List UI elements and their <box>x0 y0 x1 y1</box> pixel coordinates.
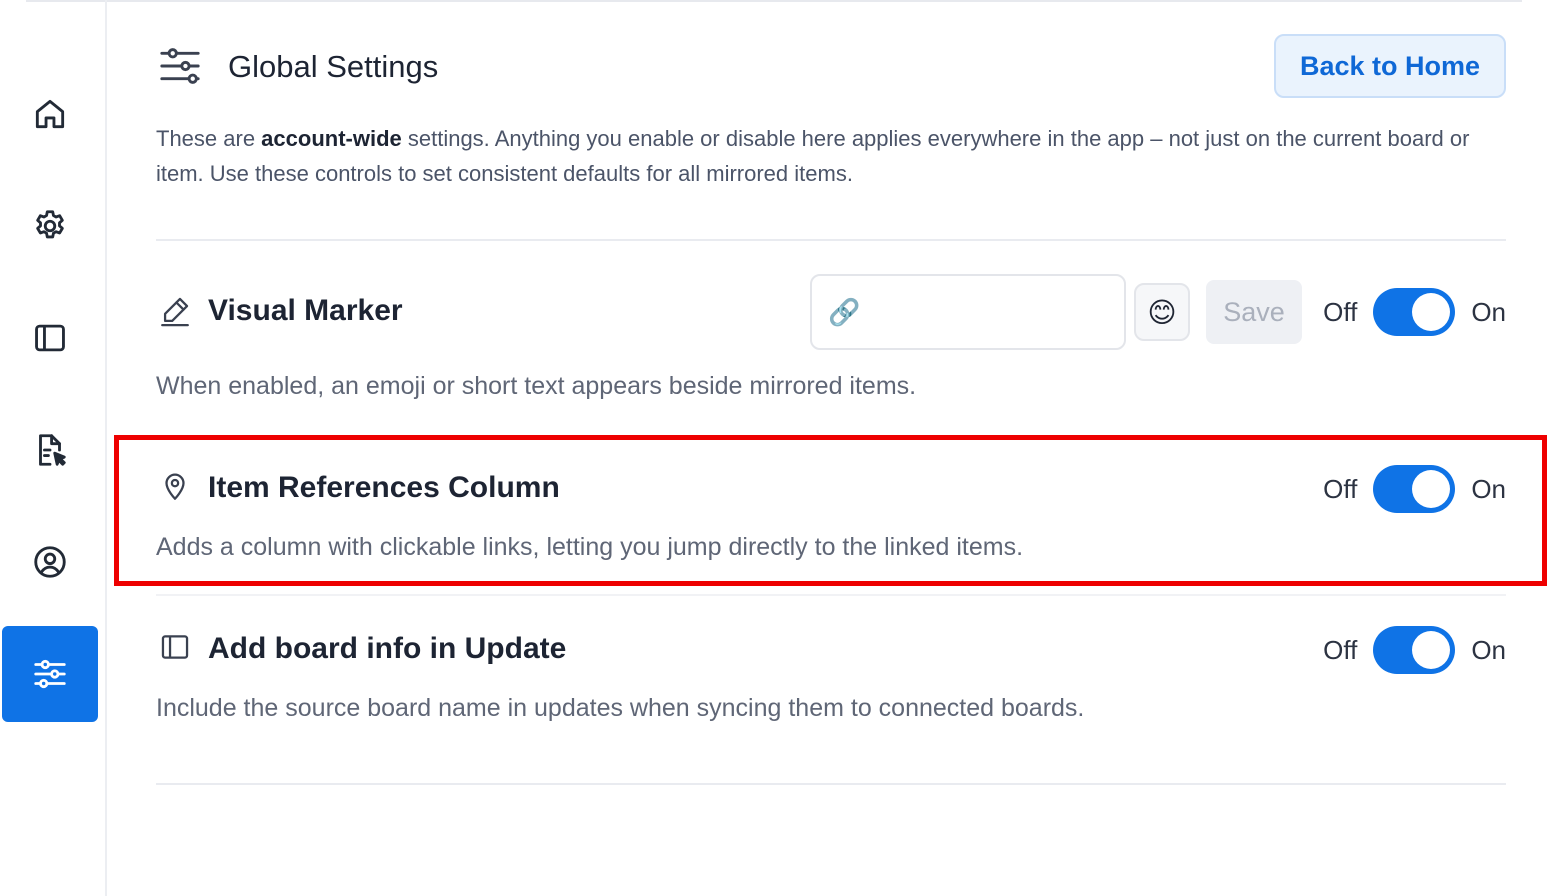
setting-description: Include the source board name in updates… <box>156 694 1085 722</box>
item-references-toggle[interactable] <box>1373 465 1456 513</box>
pencil-icon <box>161 297 189 327</box>
divider <box>156 239 1506 241</box>
toggle-off-label: Off <box>1323 634 1358 665</box>
item-references-toggle-group: Off On <box>1323 464 1506 514</box>
page-header: Global Settings Back to Home <box>156 34 1506 98</box>
toggle-on-label: On <box>1471 296 1506 327</box>
page-title: Global Settings <box>228 49 439 84</box>
back-to-home-button[interactable]: Back to Home <box>1274 34 1506 98</box>
emoji-picker-button[interactable]: 😊 <box>1134 283 1190 341</box>
setting-title: Item References Column <box>208 471 560 504</box>
user-circle-icon <box>34 546 66 578</box>
toggle-on-label: On <box>1471 634 1506 665</box>
file-edit-icon <box>39 434 66 466</box>
sliders-icon <box>34 659 66 689</box>
sidebar <box>0 0 107 896</box>
marker-text-input[interactable]: 🔗 <box>810 274 1126 350</box>
toggle-knob <box>1412 470 1451 508</box>
board-info-toggle[interactable] <box>1373 626 1456 674</box>
visual-marker-toggle[interactable] <box>1373 288 1456 336</box>
sidebar-item-home[interactable] <box>2 66 98 162</box>
sidebar-item-account[interactable] <box>2 514 98 610</box>
toggle-off-label: Off <box>1323 296 1358 327</box>
divider <box>156 783 1506 785</box>
link-emoji-value: 🔗 <box>828 296 861 327</box>
intro-prefix: These are <box>156 126 262 151</box>
setting-board-info: Add board info in Update Include the sou… <box>156 620 1506 730</box>
sidebar-item-settings[interactable] <box>2 178 98 274</box>
map-pin-icon <box>165 473 185 500</box>
panel-icon <box>35 324 65 352</box>
setting-title: Add board info in Update <box>208 632 567 665</box>
setting-title: Visual Marker <box>208 294 403 327</box>
sidebar-item-file-edit[interactable] <box>2 402 98 498</box>
setting-description: Adds a column with clickable links, lett… <box>156 533 1024 561</box>
toggle-on-label: On <box>1471 473 1506 504</box>
gear-icon <box>36 210 64 239</box>
setting-description: When enabled, an emoji or short text app… <box>156 372 917 400</box>
panel-icon <box>161 635 189 659</box>
toggle-knob <box>1412 293 1451 331</box>
main-content: Global Settings Back to Home These are a… <box>156 0 1506 896</box>
sidebar-item-panel[interactable] <box>2 290 98 386</box>
intro-bold: account-wide <box>261 126 402 151</box>
setting-item-references: Item References Column Adds a column wit… <box>156 460 1506 570</box>
intro-text: These are account-wide settings. Anythin… <box>156 121 1476 191</box>
toggle-knob <box>1412 631 1451 669</box>
save-button[interactable]: Save <box>1206 280 1302 344</box>
board-info-toggle-group: Off On <box>1323 625 1506 675</box>
sidebar-item-global-settings[interactable] <box>2 626 98 722</box>
visual-marker-toggle-group: Off On <box>1323 287 1506 337</box>
divider <box>156 594 1506 596</box>
sliders-icon <box>160 48 200 84</box>
toggle-off-label: Off <box>1323 473 1358 504</box>
home-icon <box>35 99 65 129</box>
